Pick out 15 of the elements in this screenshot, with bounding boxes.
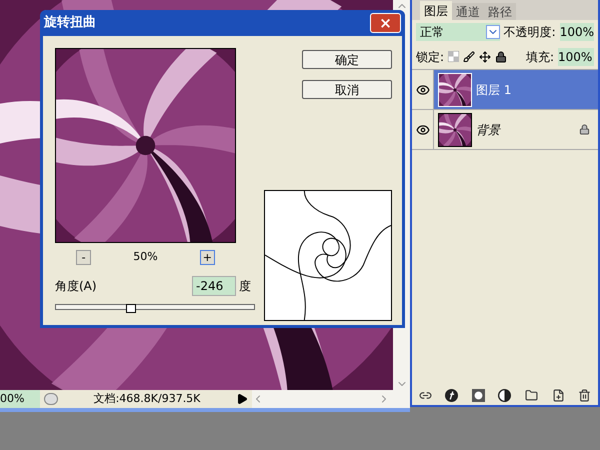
layer-row[interactable]: 图层 1 — [412, 70, 598, 110]
panel-tab[interactable]: 图层 — [420, 1, 452, 20]
document-size: 文档:468.8K/937.5K — [92, 390, 202, 407]
fill-label: 填充: — [526, 48, 554, 66]
opacity-field[interactable]: 100% — [560, 23, 594, 41]
layer-row[interactable]: 背景 — [412, 110, 598, 150]
zoom-level: 00% — [0, 390, 40, 408]
opacity-label: 不透明度: — [504, 24, 556, 41]
panel-tab[interactable]: 通道 — [452, 3, 484, 20]
layer-name: 图层 1 — [476, 82, 512, 98]
panel-tab[interactable]: 路径 — [484, 3, 516, 20]
lock-label: 锁定: — [416, 48, 444, 66]
fill-field[interactable]: 100% — [558, 48, 594, 66]
layer-name: 背景 — [476, 122, 500, 138]
blend-mode-select[interactable]: 正常 — [416, 23, 500, 41]
